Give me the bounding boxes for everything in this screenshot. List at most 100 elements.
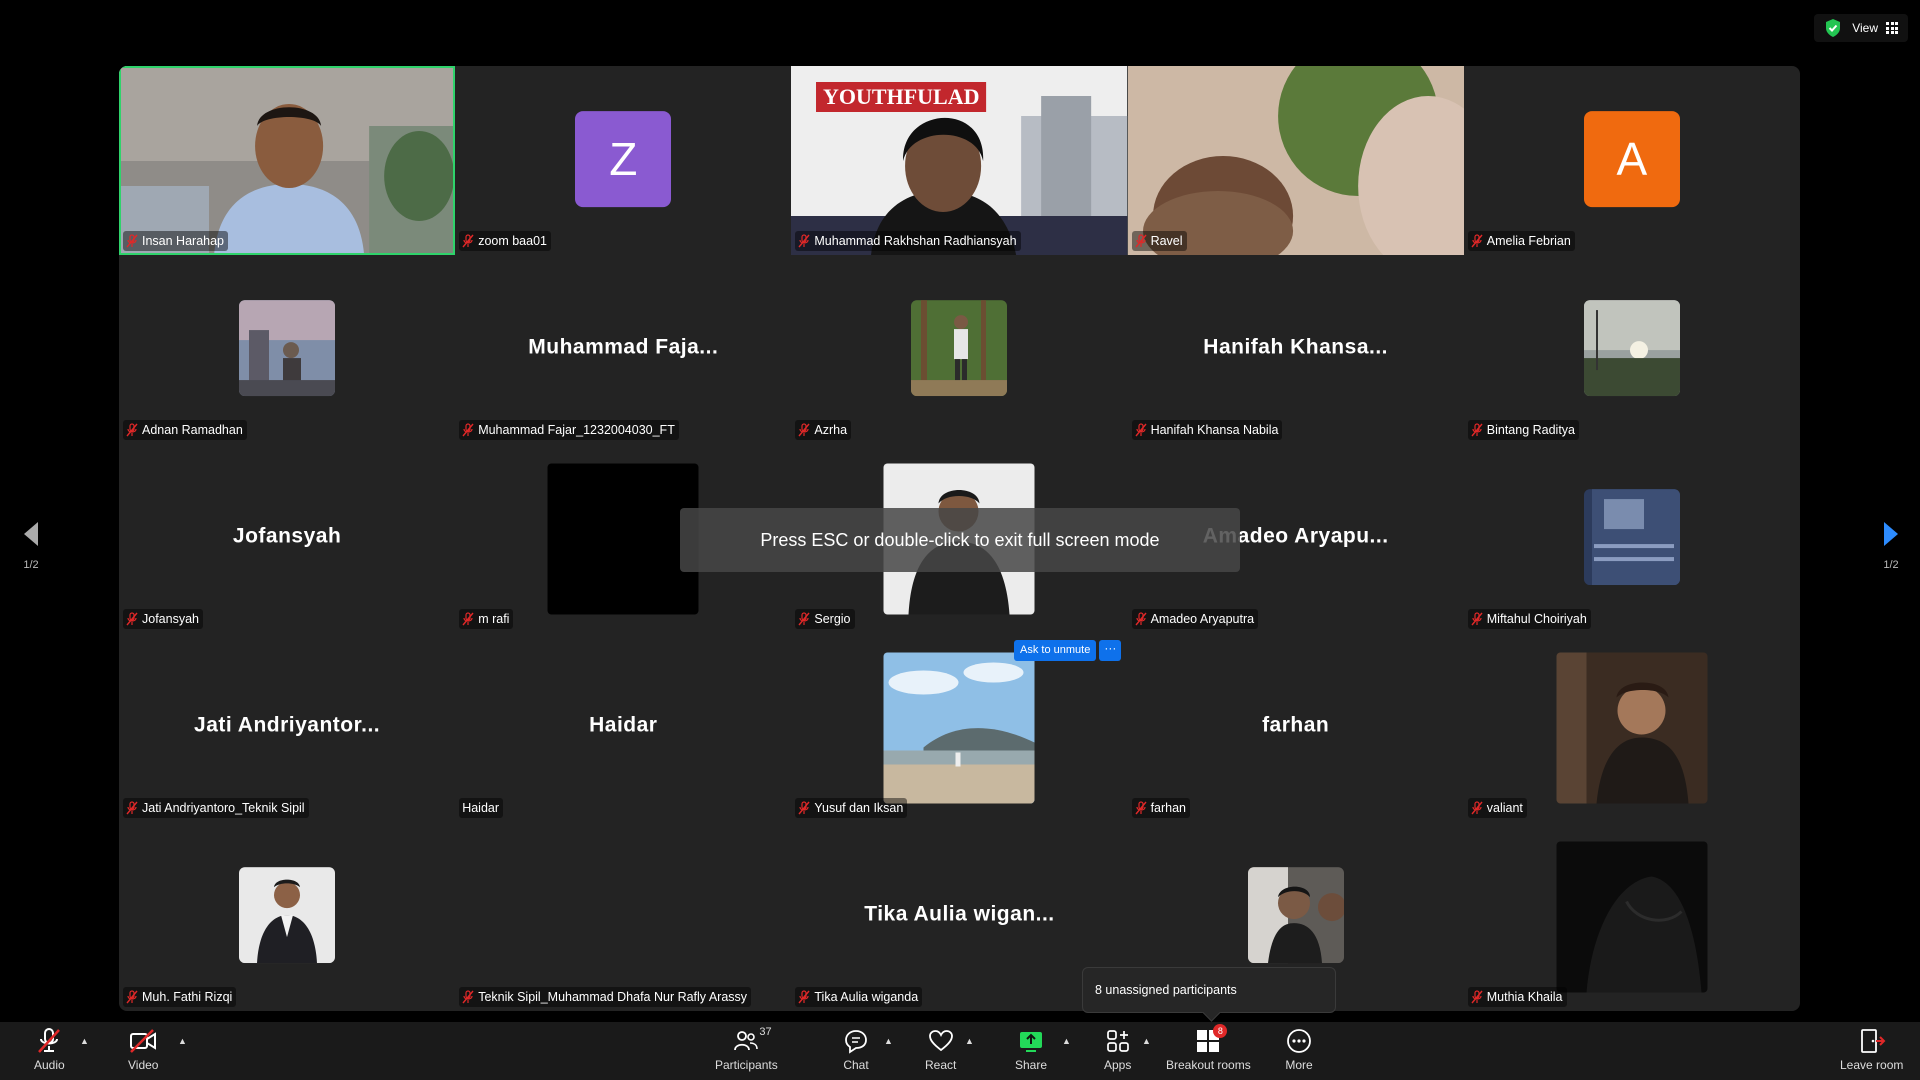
mic-muted-icon (1471, 612, 1483, 626)
breakout-tooltip: 8 unassigned participants (1082, 967, 1336, 1013)
mic-muted-icon (1471, 990, 1483, 1004)
participant-tile[interactable]: A Amelia Febrian (1464, 66, 1800, 255)
participant-name-label: farhan (1131, 798, 1191, 818)
participant-tile[interactable]: Teknik Sipil_Muhammad Dhafa Nur Rafly Ar… (455, 822, 791, 1011)
profile-picture (1556, 652, 1708, 803)
react-button[interactable]: React (925, 1026, 956, 1072)
next-page[interactable]: 1/2 (1876, 520, 1906, 571)
audio-button[interactable]: Audio (34, 1026, 65, 1072)
mic-muted-icon (126, 234, 138, 248)
participant-name: farhan (1150, 801, 1187, 815)
avatar: A (1583, 110, 1680, 207)
participant-name-label: Jati Andriyantoro_Teknik Sipil (123, 798, 309, 818)
participant-name: Hanifah Khansa Nabila (1150, 423, 1279, 437)
encryption-shield-icon[interactable] (1824, 18, 1842, 38)
participant-video (119, 66, 456, 255)
participant-name-label: Tika Aulia wiganda (795, 987, 923, 1007)
meeting-toolbar: Audio ▲ Video ▲ 37 Participants Chat ▲ R… (0, 1022, 1920, 1080)
participant-tile[interactable]: Haidar Haidar (455, 633, 791, 822)
participant-tile[interactable]: Hanifah Khansa... Hanifah Khansa Nabila (1128, 255, 1464, 444)
mic-muted-icon (1471, 423, 1483, 437)
profile-picture (883, 652, 1035, 803)
participant-tile[interactable]: Miftahul Choiriyah (1464, 444, 1800, 633)
participant-tile[interactable]: valiant (1464, 633, 1800, 822)
page-indicator-right: 1/2 (1883, 559, 1899, 571)
leave-room-button[interactable]: Leave room (1840, 1026, 1903, 1072)
apps-button[interactable]: Apps (1104, 1026, 1131, 1072)
participant-tile[interactable]: Zzoom baa01 (455, 66, 791, 255)
fullscreen-toast: Press ESC or double-click to exit full s… (680, 508, 1240, 572)
chat-button[interactable]: Chat (843, 1026, 869, 1072)
participant-name: Yusuf dan Iksan (814, 801, 904, 815)
participant-tile[interactable]: Insan Harahap (119, 66, 456, 255)
participant-display-name: Haidar (589, 713, 658, 737)
participant-name: zoom baa01 (478, 234, 547, 248)
more-label: More (1285, 1058, 1313, 1072)
participant-display-name: Muhammad Faja... (528, 335, 719, 359)
participant-video: YOUTHFULAD (791, 66, 1128, 255)
top-controls: View (1814, 14, 1908, 42)
mic-muted-icon (462, 990, 474, 1004)
mic-muted-icon (1471, 801, 1483, 815)
participant-tile[interactable]: Bintang Raditya (1464, 255, 1800, 444)
share-label: Share (1015, 1058, 1048, 1072)
participant-tile[interactable]: Adnan Ramadhan (119, 255, 455, 444)
prev-page[interactable]: 1/2 (16, 520, 46, 571)
participant-name-label: Jofansyah (123, 609, 203, 629)
participant-name-label: Sergio (795, 609, 855, 629)
participants-button[interactable]: 37 Participants (715, 1026, 778, 1072)
mic-muted-icon (798, 612, 810, 626)
mic-muted-icon (798, 801, 810, 815)
react-caret-icon[interactable]: ▲ (965, 1036, 974, 1046)
video-off-icon (130, 1029, 157, 1053)
ask-to-unmute-button[interactable]: Ask to unmute (1014, 640, 1097, 661)
participant-name: Amelia Febrian (1486, 234, 1571, 248)
participants-label: Participants (715, 1058, 778, 1072)
participant-name-label: Bintang Raditya (1467, 420, 1580, 440)
participant-name: Jofansyah (142, 612, 199, 626)
participant-name: Muthia Khaila (1486, 990, 1563, 1004)
participant-name-label: Haidar (459, 798, 504, 818)
participant-name: Adnan Ramadhan (142, 423, 243, 437)
apps-caret-icon[interactable]: ▲ (1142, 1036, 1151, 1046)
video-caret-icon[interactable]: ▲ (178, 1036, 187, 1046)
more-button[interactable]: More (1285, 1026, 1313, 1072)
share-caret-icon[interactable]: ▲ (1062, 1036, 1071, 1046)
mic-muted-icon (798, 234, 810, 248)
participant-tile[interactable]: Ravel (1127, 66, 1464, 255)
participant-tile[interactable]: Muthia Khaila (1464, 822, 1800, 1011)
participant-name: Tika Aulia wiganda (814, 990, 919, 1004)
chat-caret-icon[interactable]: ▲ (884, 1036, 893, 1046)
participant-tile[interactable]: Tika Aulia wigan... Tika Aulia wiganda (791, 822, 1127, 1011)
participant-name: Muhammad Rakhshan Radhiansyah (814, 234, 1017, 248)
participant-tile[interactable]: Jati Andriyantor... Jati Andriyantoro_Tek… (119, 633, 455, 822)
audio-caret-icon[interactable]: ▲ (80, 1036, 89, 1046)
leave-label: Leave room (1840, 1058, 1904, 1072)
profile-picture (1583, 299, 1680, 396)
view-button[interactable]: View (1852, 21, 1898, 35)
participant-tile[interactable]: Azrha (791, 255, 1127, 444)
participant-tile[interactable]: Muhammad Faja... Muhammad Fajar_123200403… (455, 255, 791, 444)
mic-muted-icon (126, 612, 138, 626)
breakout-label: Breakout rooms (1166, 1058, 1251, 1072)
participant-name-label: Muthia Khaila (1467, 987, 1567, 1007)
more-options-button[interactable]: ··· (1099, 640, 1122, 661)
participant-tile[interactable]: Muh. Fathi Rizqi (119, 822, 455, 1011)
participant-tile[interactable]: YOUTHFULAD Muhammad Rakhshan Radhiansyah (791, 66, 1128, 255)
participant-tile[interactable]: Yusuf dan Iksan (791, 633, 1127, 822)
participant-name-label: Muh. Fathi Rizqi (123, 987, 237, 1007)
video-button[interactable]: Video (128, 1026, 158, 1072)
participant-tile[interactable]: farhan farhan (1128, 633, 1464, 822)
video-label: Video (128, 1058, 159, 1072)
breakout-rooms-button[interactable]: 8 Breakout rooms (1166, 1024, 1251, 1072)
mic-muted-icon (462, 612, 474, 626)
mic-muted-icon (126, 990, 138, 1004)
mic-muted-icon (798, 990, 810, 1004)
participant-name: Azrha (814, 423, 848, 437)
leave-icon (1860, 1029, 1886, 1053)
arrow-right-icon (1884, 522, 1898, 546)
share-button[interactable]: Share (1015, 1026, 1047, 1072)
participant-tile[interactable]: Jofansyah Jofansyah (119, 444, 455, 633)
apps-icon (1106, 1030, 1129, 1052)
mic-muted-icon (1135, 423, 1147, 437)
